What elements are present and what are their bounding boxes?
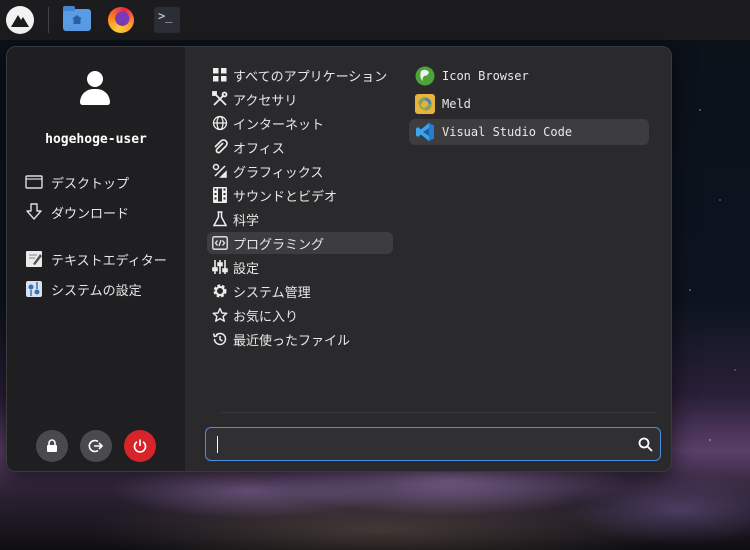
- grid-icon: [211, 66, 229, 84]
- text-editor-icon: [25, 250, 43, 268]
- app-meld[interactable]: Meld: [409, 91, 649, 117]
- category-sound-video[interactable]: サウンドとビデオ: [207, 184, 393, 206]
- category-label: 最近使ったファイル: [233, 333, 351, 349]
- globe-icon: [211, 114, 229, 132]
- download-icon: [25, 203, 43, 221]
- favorite-label: システムの設定: [51, 283, 142, 299]
- category-internet[interactable]: インターネット: [207, 112, 393, 134]
- search-input[interactable]: [206, 428, 630, 460]
- tools-icon: [211, 90, 229, 108]
- category-label: すべてのアプリケーション: [233, 69, 388, 85]
- gear-icon: [211, 282, 229, 300]
- desktop-icon: [25, 173, 43, 191]
- category-label: 科学: [233, 213, 260, 229]
- category-all-apps[interactable]: すべてのアプリケーション: [207, 64, 393, 86]
- category-label: アクセサリ: [233, 93, 298, 109]
- meld-icon: [414, 93, 436, 115]
- category-settings[interactable]: 設定: [207, 256, 393, 278]
- search-divider: [221, 412, 657, 413]
- lock-button[interactable]: [36, 430, 68, 462]
- category-label: 設定: [233, 261, 260, 277]
- category-label: オフィス: [233, 141, 285, 157]
- category-graphics[interactable]: グラフィックス: [207, 160, 393, 182]
- terminal-icon-glyph: >_: [158, 9, 173, 23]
- taskbar-terminal-button[interactable]: >_: [151, 4, 183, 36]
- app-label: Visual Studio Code: [442, 125, 573, 139]
- paperclip-icon: [211, 138, 229, 156]
- favorite-text-editor[interactable]: テキストエディター: [25, 248, 167, 270]
- avatar[interactable]: [79, 71, 111, 107]
- film-icon: [211, 186, 229, 204]
- category-label: システム管理: [233, 285, 311, 301]
- search-icon: [630, 437, 660, 452]
- app-label: Icon Browser: [442, 69, 529, 83]
- power-icon: [133, 439, 147, 453]
- category-recent-files[interactable]: 最近使ったファイル: [207, 328, 393, 350]
- category-favorites[interactable]: お気に入り: [207, 304, 393, 326]
- category-label: サウンドとビデオ: [233, 189, 338, 205]
- home-folder-icon: [63, 6, 91, 31]
- logout-icon: [88, 439, 104, 453]
- username: hogehoge-user: [45, 132, 147, 147]
- place-label: ダウンロード: [51, 206, 130, 222]
- category-office[interactable]: オフィス: [207, 136, 393, 158]
- category-label: グラフィックス: [233, 165, 324, 181]
- menu-user-pane: hogehoge-user デスクトップ ダウンロード テキストエディター シス…: [7, 47, 185, 471]
- history-icon: [211, 330, 229, 348]
- category-label: お気に入り: [233, 309, 299, 325]
- zorin-logo-icon: [6, 6, 34, 34]
- top-panel: >_: [0, 0, 750, 40]
- logout-button[interactable]: [80, 430, 112, 462]
- gimp-icon: [414, 65, 436, 87]
- lock-icon: [47, 439, 57, 452]
- menu-launcher-button[interactable]: [0, 0, 40, 40]
- search-box[interactable]: [205, 427, 661, 461]
- sliders-icon: [211, 258, 229, 276]
- taskbar-files-button[interactable]: [61, 4, 93, 36]
- firefox-icon: [108, 7, 134, 33]
- flask-icon: [211, 210, 229, 228]
- vscode-icon: [414, 121, 436, 143]
- terminal-icon: >_: [154, 7, 180, 33]
- category-accessories[interactable]: アクセサリ: [207, 88, 393, 110]
- app-label: Meld: [442, 97, 471, 111]
- star-icon: [211, 306, 229, 324]
- palette-icon: [211, 162, 229, 180]
- system-settings-icon: [25, 280, 43, 298]
- favorite-system-settings[interactable]: システムの設定: [25, 278, 142, 300]
- app-visual-studio-code[interactable]: Visual Studio Code: [409, 119, 649, 145]
- category-science[interactable]: 科学: [207, 208, 393, 230]
- category-system-admin[interactable]: システム管理: [207, 280, 393, 302]
- category-label: プログラミング: [233, 237, 325, 253]
- place-desktop[interactable]: デスクトップ: [25, 171, 129, 193]
- application-menu: hogehoge-user デスクトップ ダウンロード テキストエディター シス…: [6, 46, 672, 472]
- text-caret: [217, 436, 218, 453]
- code-icon: [211, 234, 229, 252]
- app-icon-browser[interactable]: Icon Browser: [409, 63, 649, 89]
- category-programming[interactable]: プログラミング: [207, 232, 393, 254]
- favorite-label: テキストエディター: [51, 253, 167, 269]
- power-button[interactable]: [124, 430, 156, 462]
- category-label: インターネット: [233, 117, 325, 133]
- panel-separator: [48, 7, 49, 33]
- place-downloads[interactable]: ダウンロード: [25, 201, 129, 223]
- taskbar-firefox-button[interactable]: [105, 4, 137, 36]
- place-label: デスクトップ: [51, 176, 130, 192]
